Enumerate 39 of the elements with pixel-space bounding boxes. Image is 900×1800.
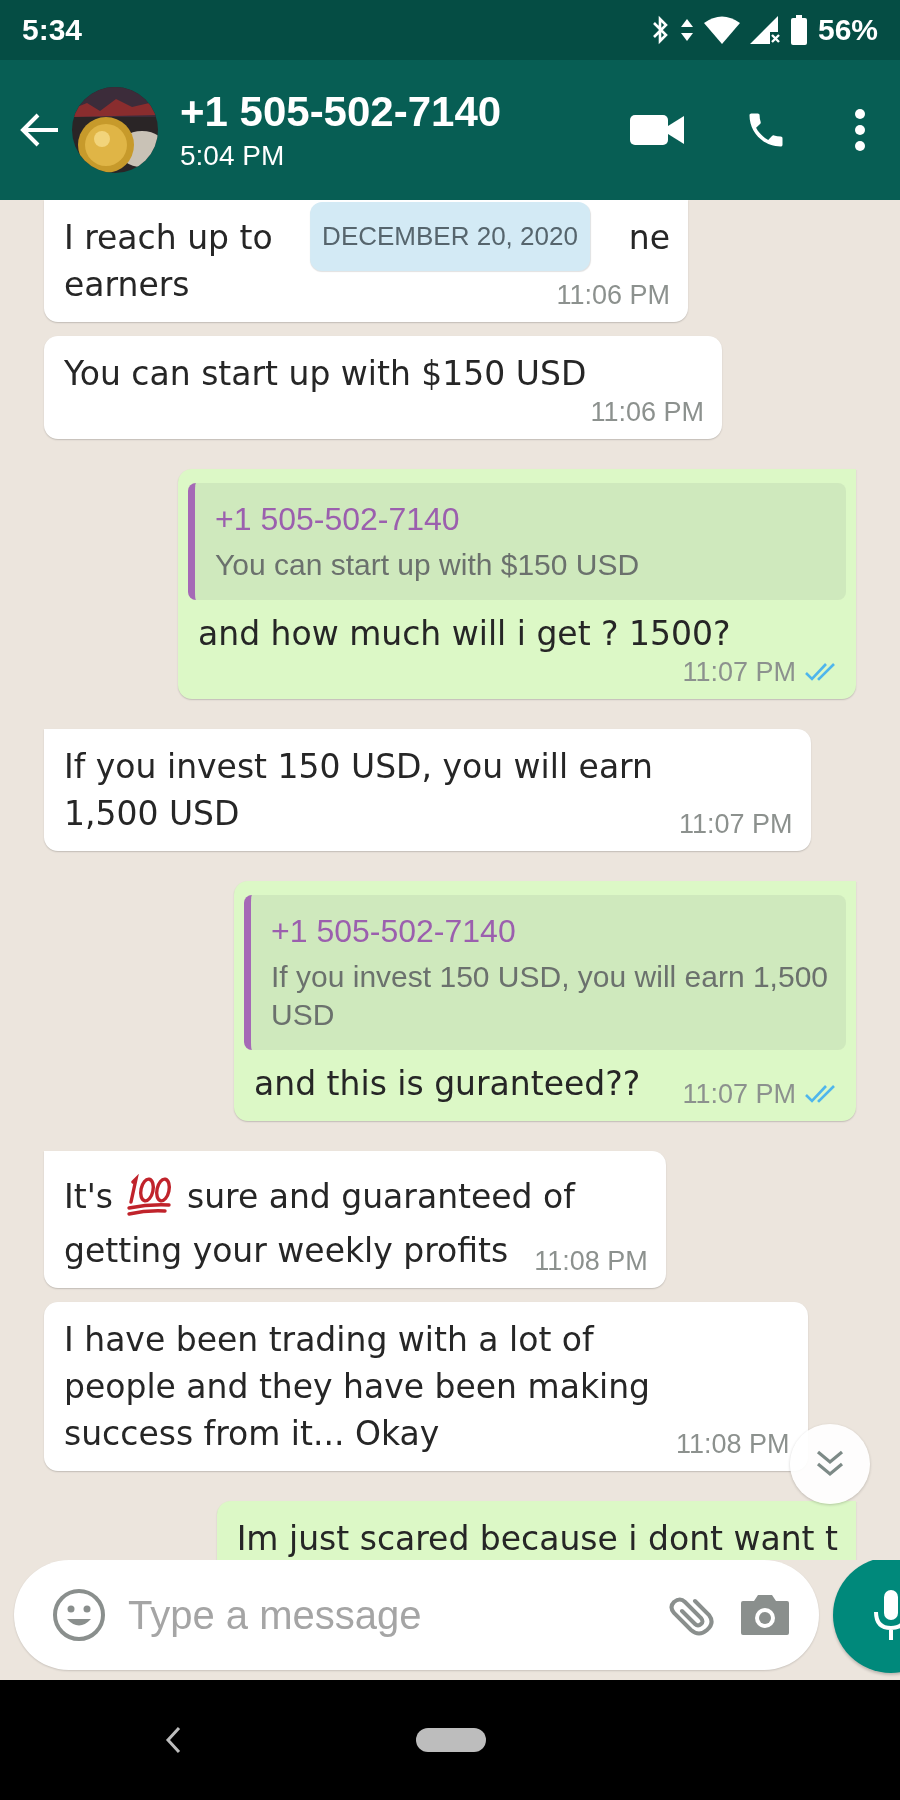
message-text: sure and guaranteed of: [186, 1175, 575, 1218]
clock: 5:34: [22, 13, 83, 47]
message-time: 11:06 PM: [556, 280, 670, 310]
message-text: You can start up with $150 USD: [64, 353, 588, 395]
quoted-message[interactable]: +1 505-502-7140 You can start up with $150 USD: [188, 483, 846, 600]
message-time: 11:08 PM: [676, 1429, 790, 1459]
received-message-bubble[interactable]: I have been trading with a lot of people and they have been making success from it... Okay 11:08 PM: [44, 1302, 808, 1471]
message-text: I have been trading with a lot of people and they have been making success from it... Okay: [64, 1319, 651, 1455]
message-text: getting your weekly profits: [64, 1230, 509, 1272]
message-input[interactable]: Type a message: [128, 1592, 643, 1638]
message-time: 11:07 PM: [682, 1079, 796, 1109]
message-text: Im just scared because i dont want t: [236, 1518, 838, 1560]
sent-message-bubble[interactable]: +1 505-502-7140 If you invest 150 USD, you will earn 1,500 USD and this is guranteed?? 11:07 PM: [234, 881, 856, 1121]
quoted-message[interactable]: +1 505-502-7140 If you invest 150 USD, you will earn 1,500 USD: [244, 895, 846, 1050]
message-time: 11:07 PM: [682, 657, 796, 687]
quote-text: You can start up with $150 USD: [215, 547, 641, 583]
message-text: and how much will i get ? 1500?: [198, 613, 732, 655]
message-text: I reach up to: [64, 217, 273, 259]
received-message-bubble[interactable]: You can start up with $150 USD 11:06 PM: [44, 336, 722, 439]
message-text: If you invest 150 USD, you will earn 1,500 USD: [64, 746, 653, 835]
battery-percent: 56%: [817, 13, 878, 47]
message-field[interactable]: Type a message: [14, 1560, 819, 1670]
message-text: It's: [64, 1175, 113, 1218]
message-text: earners: [64, 264, 191, 306]
received-message-bubble[interactable]: If you invest 150 USD, you will earn 1,500 USD 11:07 PM: [44, 729, 811, 851]
message-text: and this is guranteed??: [254, 1063, 642, 1105]
last-seen: 5:04 PM: [180, 140, 286, 172]
quote-author: +1 505-502-7140: [271, 913, 517, 950]
sent-message-bubble[interactable]: Im just scared because i dont want t: [216, 1501, 856, 1560]
message-text: ne: [628, 217, 670, 259]
message-time: 11:08 PM: [534, 1246, 648, 1276]
contact-name[interactable]: +1 505-502-7140: [180, 88, 570, 136]
message-time: 11:07 PM: [679, 809, 793, 839]
quote-author: +1 505-502-7140: [215, 501, 461, 538]
sent-message-bubble[interactable]: +1 505-502-7140 You can start up with $150 USD and how much will i get ? 1500? 11:07 PM: [178, 469, 856, 699]
quote-text: If you invest 150 USD, you will earn 1,500 USD: [271, 959, 828, 1033]
date-chip: DECEMBER 20, 2020: [310, 202, 590, 271]
received-message-bubble[interactable]: It's sure and guaranteed of getting your weekly profits 11:08 PM: [44, 1151, 666, 1288]
message-time: 11:06 PM: [590, 397, 704, 427]
